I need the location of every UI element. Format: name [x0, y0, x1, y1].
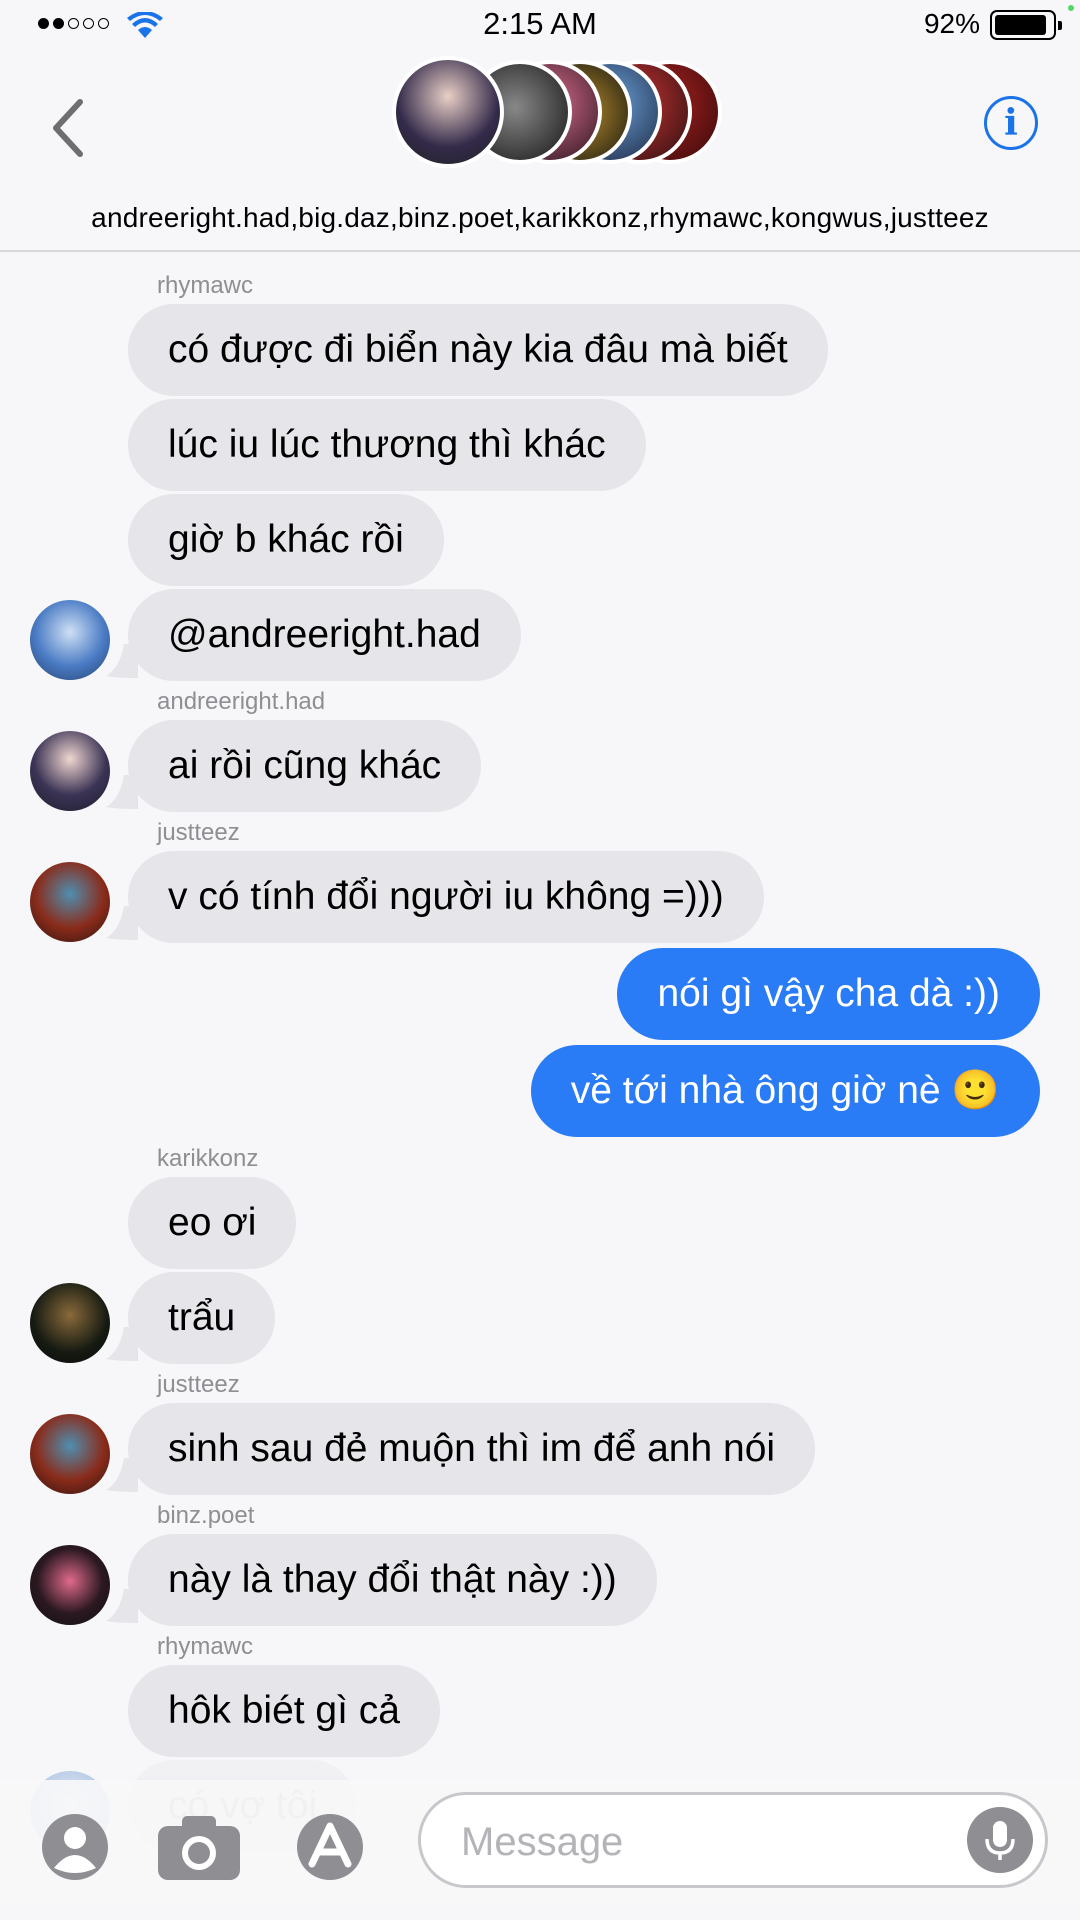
battery-percent: 92% — [923, 8, 980, 39]
sender-name: rhymawc — [157, 272, 254, 299]
avatar[interactable] — [30, 862, 110, 942]
compose-bar — [0, 1780, 1080, 1920]
message-bubble-incoming[interactable]: sinh sau đẻ muộn thì im để anh nói — [128, 1403, 816, 1495]
message-bubble-incoming[interactable]: @andreeright.had — [128, 589, 521, 681]
message-input[interactable] — [459, 1813, 943, 1871]
message-bubble-incoming[interactable]: v có tính đổi người iu không =))) — [128, 851, 764, 943]
status-time: 2:15 AM — [483, 6, 597, 41]
chevron-left-icon[interactable] — [48, 98, 88, 158]
message-bubble-incoming[interactable]: lúc iu lúc thương thì khác — [128, 399, 646, 491]
avatar[interactable] — [30, 1414, 110, 1494]
avatar — [392, 56, 504, 168]
avatar[interactable] — [30, 1545, 110, 1625]
sender-name: karikkonz — [157, 1145, 259, 1172]
message-bubble-outgoing[interactable]: nói gì vậy cha dà :)) — [617, 948, 1040, 1040]
sender-name: andreeright.had — [157, 688, 326, 715]
info-icon[interactable]: i — [984, 96, 1038, 150]
message-bubble-incoming[interactable]: hôk biét gì cả — [128, 1665, 440, 1757]
participants-list[interactable]: andreeright.had,big.daz,binz.poet,karikk… — [0, 202, 1080, 234]
group-avatar-stack[interactable] — [392, 56, 722, 170]
camera-icon[interactable] — [156, 1812, 242, 1882]
sender-name: justteez — [157, 1371, 240, 1398]
message-bubble-incoming[interactable]: này là thay đổi thật này :)) — [128, 1534, 657, 1626]
message-bubble-incoming[interactable]: trẩu — [128, 1272, 276, 1364]
microphone-icon[interactable] — [967, 1807, 1033, 1873]
conversation-header: i andreeright.had,big.daz,binz.poet,kari… — [0, 50, 1080, 252]
status-bar: 2:15 AM 92% — [0, 0, 1080, 50]
app-store-icon[interactable] — [290, 1812, 370, 1882]
message-bubble-incoming[interactable]: eo ơi — [128, 1177, 297, 1269]
battery-icon — [990, 10, 1062, 40]
avatar[interactable] — [30, 600, 110, 680]
message-bubble-outgoing[interactable]: về tới nhà ông giờ nè 🙂 — [530, 1045, 1040, 1137]
sender-name: justteez — [157, 819, 240, 846]
avatar[interactable] — [30, 1283, 110, 1363]
contact-icon[interactable] — [40, 1812, 110, 1882]
avatar[interactable] — [30, 731, 110, 811]
sender-name: binz.poet — [157, 1502, 255, 1529]
message-input-container[interactable] — [418, 1792, 1048, 1888]
message-bubble-incoming[interactable]: có được đi biển này kia đâu mà biết — [128, 304, 828, 396]
sender-name: rhymawc — [157, 1633, 254, 1660]
message-bubble-incoming[interactable]: giờ b khác rồi — [128, 494, 444, 586]
charging-indicator — [1068, 5, 1074, 11]
message-bubble-incoming[interactable]: ai rồi cũng khác — [128, 720, 482, 812]
